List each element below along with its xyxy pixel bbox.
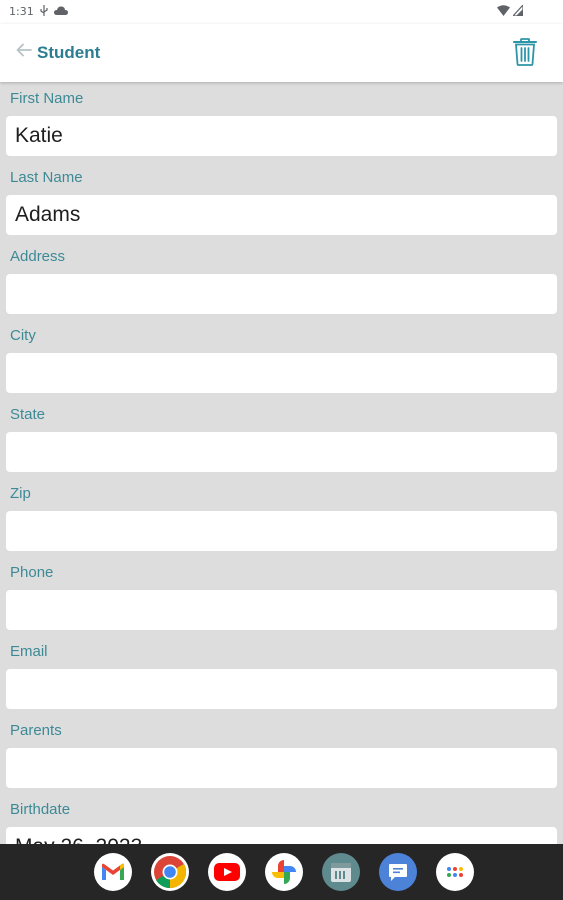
photos-icon[interactable] bbox=[265, 853, 303, 891]
wifi-icon bbox=[497, 5, 510, 19]
first-name-label: First Name bbox=[10, 90, 84, 107]
back-arrow-icon bbox=[14, 40, 34, 65]
signal-icon bbox=[511, 3, 524, 19]
status-time: 1:31 bbox=[9, 5, 34, 18]
first-name-field[interactable]: Katie bbox=[6, 116, 557, 156]
chrome-icon[interactable] bbox=[151, 853, 189, 891]
last-name-field[interactable]: Adams bbox=[6, 195, 557, 235]
screen: 1:31 Student First Name Katie Last Name … bbox=[0, 0, 563, 900]
cloud-icon bbox=[54, 5, 68, 19]
trash-icon bbox=[513, 38, 537, 70]
zip-label: Zip bbox=[10, 485, 31, 502]
status-left-icons bbox=[40, 5, 68, 19]
address-field[interactable] bbox=[6, 274, 557, 314]
student-form: First Name Katie Last Name Adams Address… bbox=[0, 82, 563, 844]
address-label: Address bbox=[10, 248, 66, 265]
app-dock bbox=[94, 853, 474, 891]
taskbar bbox=[0, 844, 563, 900]
state-field[interactable] bbox=[6, 432, 557, 472]
email-field[interactable] bbox=[6, 669, 557, 709]
state-label: State bbox=[10, 406, 46, 423]
youtube-icon[interactable] bbox=[208, 853, 246, 891]
app-drawer-icon[interactable] bbox=[436, 853, 474, 891]
status-right-icons bbox=[497, 3, 524, 19]
email-label: Email bbox=[10, 643, 48, 660]
last-name-label: Last Name bbox=[10, 169, 83, 186]
status-bar: 1:31 bbox=[0, 0, 563, 24]
birthdate-field[interactable]: May 26, 2023 bbox=[6, 827, 557, 844]
calendar-icon[interactable] bbox=[322, 853, 360, 891]
app-bar: Student bbox=[0, 24, 563, 82]
city-field[interactable] bbox=[6, 353, 557, 393]
parents-label: Parents bbox=[10, 722, 62, 739]
birthdate-label: Birthdate bbox=[10, 801, 71, 818]
delete-button[interactable] bbox=[513, 38, 537, 66]
back-button[interactable]: Student bbox=[14, 40, 100, 65]
page-title: Student bbox=[37, 42, 101, 62]
zip-field[interactable] bbox=[6, 511, 557, 551]
phone-label: Phone bbox=[10, 564, 54, 581]
usb-icon bbox=[40, 5, 48, 19]
parents-field[interactable] bbox=[6, 748, 557, 788]
city-label: City bbox=[10, 327, 36, 344]
gmail-icon[interactable] bbox=[94, 853, 132, 891]
phone-field[interactable] bbox=[6, 590, 557, 630]
messages-icon[interactable] bbox=[379, 853, 417, 891]
